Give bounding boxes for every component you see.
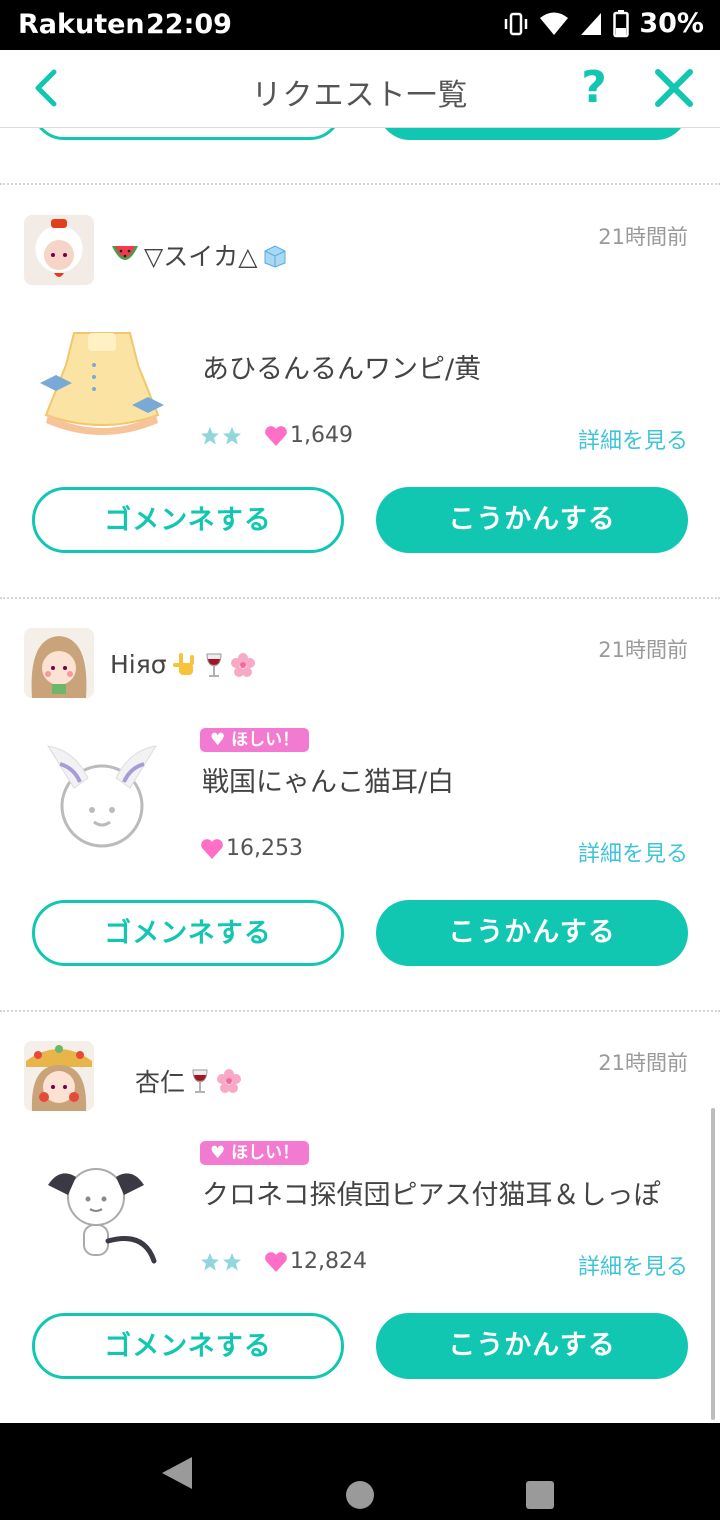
- ice-cube-icon: [264, 245, 286, 268]
- clock: 22:09: [146, 9, 232, 40]
- star-icon: [223, 426, 241, 444]
- accept-button[interactable]: こうかんする: [376, 487, 688, 553]
- cell-signal-icon: [581, 12, 602, 35]
- like-count: 1,649: [264, 423, 353, 448]
- heart-icon: [201, 838, 223, 859]
- detail-link[interactable]: 詳細を見る: [578, 1249, 688, 1281]
- username: ▽スイカ△: [110, 237, 289, 273]
- star-icon: [201, 1252, 219, 1270]
- app-screen: Rakuten 22:09 30% リクエスト一覧 ? ▽スイカ△ 21時間前 …: [0, 0, 720, 1520]
- wine-glass-icon: [192, 1069, 208, 1093]
- detail-link[interactable]: 詳細を見る: [578, 836, 688, 868]
- watermelon-icon: [112, 246, 138, 260]
- status-icons: 30%: [503, 8, 704, 39]
- nav-back-icon[interactable]: [160, 1455, 194, 1491]
- request-time: 21時間前: [598, 638, 688, 662]
- wish-badge: ♥ ほしい！: [200, 728, 310, 752]
- wish-badge: ♥ ほしい！: [200, 1141, 310, 1165]
- rock-hand-icon: [172, 652, 194, 675]
- request-list[interactable]: ▽スイカ△ 21時間前 あひるんるんワンピ/黄 1,649 詳細を見る ゴメンネ…: [0, 128, 720, 1423]
- item-image[interactable]: [34, 325, 170, 445]
- nav-home-icon[interactable]: [346, 1481, 374, 1509]
- battery-icon: [613, 9, 630, 37]
- item-image[interactable]: [34, 1151, 170, 1271]
- rarity-stars: [200, 426, 242, 446]
- avatar[interactable]: [24, 215, 94, 285]
- item-name: クロネコ探偵団ピアス付猫耳＆しっぽ: [202, 1180, 661, 1211]
- request-card: ▽スイカ△ 21時間前 あひるんるんワンピ/黄 1,649 詳細を見る ゴメンネ…: [0, 185, 720, 597]
- heart-icon: [265, 425, 287, 446]
- heart-icon: ♥: [210, 1143, 226, 1163]
- avatar[interactable]: [24, 628, 94, 698]
- item-name: あひるんるんワンピ/黄: [202, 354, 482, 385]
- star-icon: [223, 1252, 241, 1270]
- carrier-label: Rakuten: [18, 9, 145, 40]
- nav-recents-icon[interactable]: [526, 1481, 554, 1509]
- detail-link[interactable]: 詳細を見る: [578, 423, 688, 455]
- close-icon[interactable]: [652, 66, 696, 110]
- avatar[interactable]: [24, 1041, 94, 1111]
- item-meta: 1,649: [200, 423, 353, 448]
- decline-button[interactable]: ゴメンネする: [32, 1313, 344, 1379]
- previous-decline-button[interactable]: [32, 128, 342, 140]
- rarity-stars: [200, 1252, 242, 1272]
- item-image[interactable]: [34, 738, 170, 858]
- previous-accept-button[interactable]: [378, 128, 688, 140]
- heart-icon: [265, 1251, 287, 1272]
- accept-button[interactable]: こうかんする: [376, 900, 688, 966]
- request-card: Hiяσ 21時間前 ♥ ほしい！ 戦国にゃんこ猫耳/白 16,253 詳細を見…: [0, 598, 720, 1010]
- decline-button[interactable]: ゴメンネする: [32, 487, 344, 553]
- username: Hiяσ: [110, 650, 257, 679]
- wifi-icon: [540, 12, 569, 35]
- decline-button[interactable]: ゴメンネする: [32, 900, 344, 966]
- username: 杏仁: [135, 1063, 243, 1099]
- request-time: 21時間前: [598, 225, 688, 249]
- scrollbar[interactable]: [711, 1108, 715, 1420]
- item-name: 戦国にゃんこ猫耳/白: [202, 767, 455, 798]
- battery-percent: 30%: [639, 8, 704, 39]
- item-meta: 12,824: [200, 1249, 367, 1274]
- vibrate-icon: [505, 12, 528, 35]
- system-nav-bar: [0, 1423, 720, 1520]
- accept-button[interactable]: こうかんする: [376, 1313, 688, 1379]
- star-icon: [201, 426, 219, 444]
- like-count: 12,824: [264, 1249, 367, 1274]
- request-card: 杏仁 21時間前 ♥ ほしい！ クロネコ探偵団ピアス付猫耳＆しっぽ 12,824…: [0, 1011, 720, 1423]
- help-button[interactable]: ?: [574, 62, 614, 114]
- item-meta: 16,253: [200, 836, 303, 861]
- request-time: 21時間前: [598, 1051, 688, 1075]
- app-header: リクエスト一覧 ?: [0, 50, 720, 128]
- status-bar: Rakuten 22:09 30%: [0, 0, 720, 50]
- like-count: 16,253: [200, 836, 303, 861]
- cherry-blossom-icon: [217, 1069, 242, 1093]
- heart-icon: ♥: [210, 730, 226, 750]
- wine-glass-icon: [206, 653, 222, 677]
- cherry-blossom-icon: [230, 652, 255, 677]
